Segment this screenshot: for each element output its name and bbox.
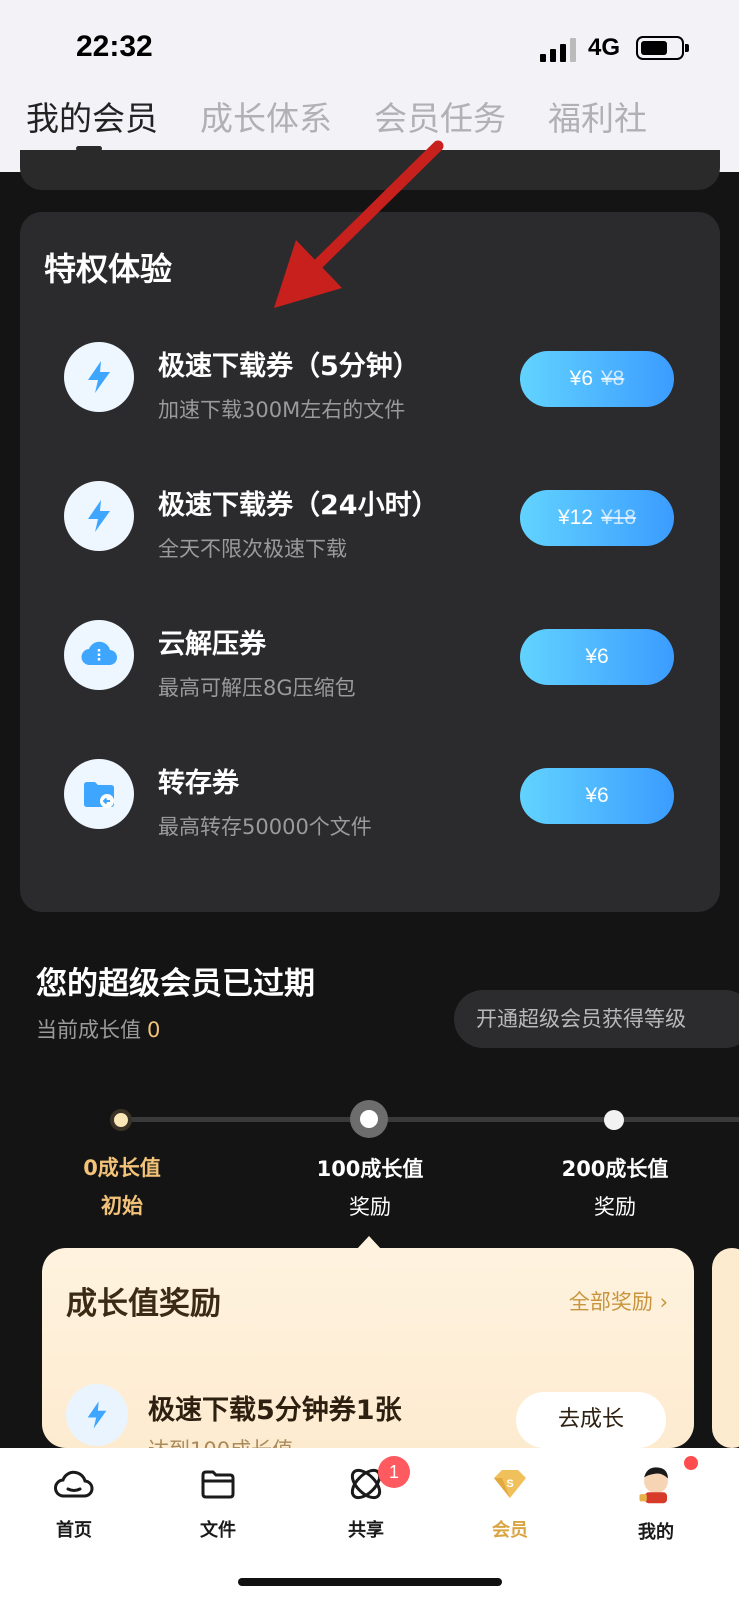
avatar-icon: [632, 1456, 698, 1508]
home-indicator: [238, 1578, 502, 1586]
nav-label: 文件: [200, 1520, 236, 1541]
folder-icon: [201, 1470, 235, 1499]
buy-button[interactable]: ¥12 ¥18: [520, 490, 674, 546]
lightning-icon: [66, 1384, 128, 1446]
buy-button[interactable]: ¥6 ¥8: [520, 351, 674, 407]
growth-reward-card: 成长值奖励 全部奖励 › 极速下载5分钟券1张 达到100成长值 去成长: [42, 1248, 694, 1448]
privilege-desc: 加速下载300M左右的文件: [158, 398, 406, 422]
privilege-title: 特权体验: [44, 250, 173, 288]
price: ¥6: [585, 784, 609, 807]
nav-files[interactable]: 文件: [168, 1462, 268, 1542]
privilege-name: 转存券: [158, 768, 239, 799]
nav-vip[interactable]: S 会员: [460, 1462, 560, 1542]
cloud-zip-icon: [64, 620, 134, 690]
tab-welfare[interactable]: 福利社: [548, 92, 647, 140]
open-super-vip-button[interactable]: 开通超级会员获得等级: [454, 990, 739, 1048]
privilege-item[interactable]: 极速下载券（24小时） 全天不限次极速下载 ¥12 ¥18: [20, 481, 720, 601]
price: ¥6: [569, 367, 593, 390]
buy-button[interactable]: ¥6: [520, 768, 674, 824]
battery-icon: [636, 36, 689, 60]
notification-badge: 1: [378, 1456, 410, 1488]
nav-me[interactable]: 我的: [606, 1456, 706, 1544]
all-rewards-link[interactable]: 全部奖励 ›: [569, 1286, 668, 1316]
growth-label: 当前成长值: [36, 1018, 141, 1042]
reward-item-desc: 达到100成长值: [148, 1434, 293, 1448]
next-reward-card-edge[interactable]: [712, 1248, 739, 1448]
level-label[interactable]: 100成长值 奖励: [290, 1153, 450, 1221]
svg-text:S: S: [506, 1478, 513, 1490]
folder-transfer-icon: [64, 759, 134, 829]
lightning-icon: [64, 481, 134, 551]
level-node-200[interactable]: [604, 1110, 624, 1130]
level-node-0: [110, 1109, 132, 1131]
level-label[interactable]: 200成长值 奖励: [535, 1153, 695, 1221]
lightning-icon: [64, 342, 134, 412]
network-type: 4G: [588, 34, 621, 61]
privilege-desc: 全天不限次极速下载: [158, 537, 347, 561]
nav-label: 首页: [56, 1520, 92, 1541]
privilege-item[interactable]: 云解压券 最高可解压8G压缩包 ¥6: [20, 620, 720, 740]
status-time: 22:32: [76, 30, 153, 63]
nav-share[interactable]: 1 共享: [316, 1456, 416, 1542]
buy-button[interactable]: ¥6: [520, 629, 674, 685]
nav-label: 会员: [492, 1520, 528, 1541]
nav-label: 共享: [348, 1520, 384, 1541]
privilege-name: 极速下载券（24小时）: [158, 490, 439, 521]
signal-icon: [540, 38, 576, 62]
privilege-name: 极速下载券（5分钟）: [158, 351, 420, 382]
membership-status-title: 您的超级会员已过期: [36, 966, 315, 1002]
privilege-desc: 最高转存50000个文件: [158, 815, 372, 839]
price: ¥6: [585, 645, 609, 668]
old-price: ¥18: [601, 506, 637, 529]
reward-title: 成长值奖励: [66, 1286, 221, 1322]
annotation-arrow: [274, 140, 444, 308]
old-price: ¥8: [601, 367, 625, 390]
privilege-item[interactable]: 极速下载券（5分钟） 加速下载300M左右的文件 ¥6 ¥8: [20, 342, 720, 462]
growth-track: [120, 1117, 739, 1122]
privilege-name: 云解压券: [158, 629, 266, 660]
cloud-home-icon: [54, 1470, 94, 1498]
growth-value-line: 当前成长值 0: [36, 1014, 160, 1044]
vip-diamond-icon: S: [494, 1470, 526, 1498]
unread-dot: [684, 1456, 698, 1470]
go-grow-button[interactable]: 去成长: [516, 1392, 666, 1448]
price: ¥12: [557, 506, 593, 529]
growth-value: 0: [147, 1018, 161, 1042]
level-node-100[interactable]: [350, 1100, 388, 1138]
privilege-desc: 最高可解压8G压缩包: [158, 676, 356, 700]
nav-home[interactable]: 首页: [24, 1462, 124, 1542]
level-label: 0成长值 初始: [83, 1156, 161, 1218]
tab-my-membership[interactable]: 我的会员: [26, 92, 158, 151]
nav-label: 我的: [638, 1522, 674, 1543]
privilege-item[interactable]: 转存券 最高转存50000个文件 ¥6: [20, 759, 720, 879]
reward-item-name: 极速下载5分钟券1张: [148, 1395, 402, 1426]
